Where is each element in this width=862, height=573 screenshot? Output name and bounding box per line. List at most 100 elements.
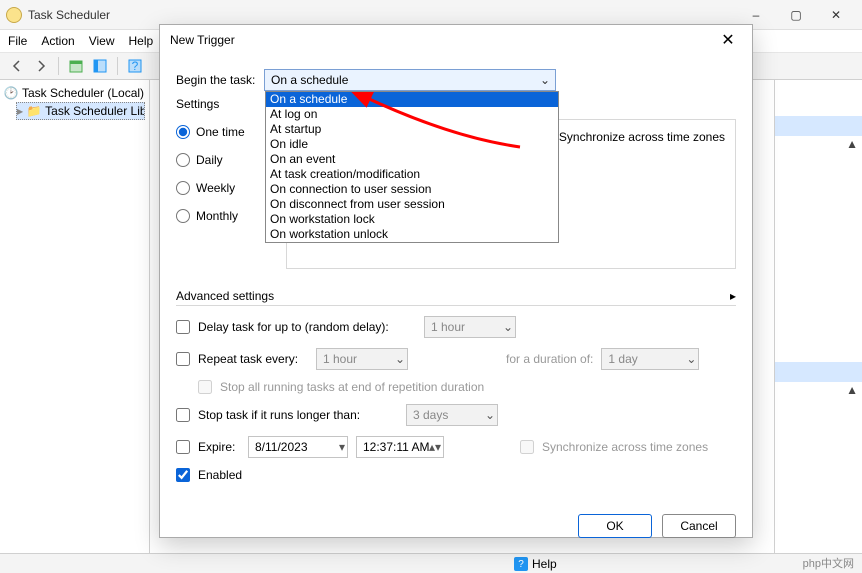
expire-time-value: 12:37:11 AM — [363, 440, 430, 454]
forward-button[interactable] — [30, 55, 52, 77]
duration-value: 1 day — [608, 352, 637, 366]
settings-label: Settings — [176, 97, 264, 111]
toolbar-calendar-icon[interactable] — [65, 55, 87, 77]
begin-task-combo-value: On a schedule — [271, 73, 348, 87]
folder-icon: 📁 — [27, 104, 41, 118]
cancel-button[interactable]: Cancel — [662, 514, 736, 538]
dropdown-item[interactable]: At log on — [266, 107, 558, 122]
advanced-expand-icon[interactable]: ▸ — [730, 289, 736, 303]
freq-monthly-radio[interactable] — [176, 209, 190, 223]
expire-sync-checkbox — [520, 440, 534, 454]
dropdown-item[interactable]: On an event — [266, 152, 558, 167]
chevron-down-icon: ⌄ — [485, 408, 495, 422]
dialog-close-button[interactable]: ✕ — [714, 26, 742, 54]
dropdown-item[interactable]: On disconnect from user session — [266, 197, 558, 212]
duration-label: for a duration of: — [506, 352, 593, 366]
stop-all-checkbox — [198, 380, 212, 394]
delay-value-select[interactable]: 1 hour ⌄ — [424, 316, 516, 338]
sync-timezones-label: Synchronize across time zones — [559, 130, 725, 144]
dropdown-item[interactable]: At startup — [266, 122, 558, 137]
maximize-button[interactable]: ▢ — [776, 1, 816, 29]
menu-file[interactable]: File — [8, 34, 27, 48]
dropdown-item[interactable]: On workstation lock — [266, 212, 558, 227]
freq-weekly-radio[interactable] — [176, 181, 190, 195]
app-icon — [6, 7, 22, 23]
dropdown-item[interactable]: On a schedule — [266, 92, 558, 107]
freq-one-time-label: One time — [196, 125, 245, 139]
enabled-label: Enabled — [198, 468, 242, 482]
freq-weekly-label: Weekly — [196, 181, 235, 195]
action-header — [775, 362, 862, 382]
stop-longer-value-select[interactable]: 3 days ⌄ — [406, 404, 498, 426]
window-title: Task Scheduler — [28, 8, 736, 22]
calendar-dropdown-icon: ▾ — [339, 440, 345, 454]
dropdown-item[interactable]: On connection to user session — [266, 182, 558, 197]
expire-label: Expire: — [198, 440, 240, 454]
stop-longer-checkbox[interactable] — [176, 408, 190, 422]
chevron-down-icon: ⌄ — [686, 352, 696, 366]
begin-task-dropdown[interactable]: On a schedule At log on At startup On id… — [265, 91, 559, 243]
ok-button[interactable]: OK — [578, 514, 652, 538]
freq-monthly-label: Monthly — [196, 209, 238, 223]
tree-library-label: Task Scheduler Library — [45, 104, 144, 118]
watermark: php中文网 — [803, 555, 854, 571]
clock-icon: 🕑 — [4, 86, 18, 100]
help-icon: ? — [514, 557, 528, 571]
chevron-down-icon: ⌄ — [395, 352, 405, 366]
collapse-arrow-icon[interactable]: ▲ — [775, 382, 862, 398]
close-button[interactable]: ✕ — [816, 1, 856, 29]
stop-longer-value: 3 days — [413, 408, 448, 422]
toolbar-separator — [58, 57, 59, 75]
freq-daily-label: Daily — [196, 153, 223, 167]
expire-checkbox[interactable] — [176, 440, 190, 454]
menu-action[interactable]: Action — [41, 34, 74, 48]
expire-sync-label: Synchronize across time zones — [542, 440, 708, 454]
chevron-down-icon: ⌄ — [537, 72, 553, 88]
dropdown-item[interactable]: On idle — [266, 137, 558, 152]
expire-date-value: 8/11/2023 — [255, 440, 308, 454]
delay-label: Delay task for up to (random delay): — [198, 320, 416, 334]
delay-value: 1 hour — [431, 320, 465, 334]
freq-daily-radio[interactable] — [176, 153, 190, 167]
svg-text:?: ? — [132, 59, 139, 73]
tree-root-label: Task Scheduler (Local) — [22, 86, 144, 100]
collapse-arrow-icon[interactable]: ▲ — [775, 136, 862, 152]
freq-one-time-radio[interactable] — [176, 125, 190, 139]
action-header — [775, 116, 862, 136]
menu-view[interactable]: View — [89, 34, 115, 48]
begin-task-label: Begin the task: — [176, 73, 264, 87]
dialog-title: New Trigger — [170, 33, 714, 47]
tree-root[interactable]: 🕑 Task Scheduler (Local) — [4, 84, 145, 102]
expire-date-picker[interactable]: 8/11/2023 ▾ — [248, 436, 348, 458]
chevron-down-icon: ⌄ — [503, 320, 513, 334]
back-button[interactable] — [6, 55, 28, 77]
repeat-value: 1 hour — [323, 352, 357, 366]
help-label[interactable]: Help — [532, 557, 557, 571]
stop-longer-label: Stop task if it runs longer than: — [198, 408, 398, 422]
dialog-titlebar: New Trigger ✕ — [160, 25, 752, 55]
dialog-footer: OK Cancel — [160, 504, 752, 548]
dropdown-item[interactable]: At task creation/modification — [266, 167, 558, 182]
repeat-value-select[interactable]: 1 hour ⌄ — [316, 348, 408, 370]
spinner-icon: ▴▾ — [429, 440, 441, 454]
menu-help[interactable]: Help — [129, 34, 154, 48]
duration-value-select[interactable]: 1 day ⌄ — [601, 348, 699, 370]
stop-all-label: Stop all running tasks at end of repetit… — [220, 380, 484, 394]
tree-panel: 🕑 Task Scheduler (Local) ▶ 📁 Task Schedu… — [0, 80, 150, 553]
chevron-right-icon: ▶ — [17, 107, 23, 116]
repeat-label: Repeat task every: — [198, 352, 308, 366]
advanced-settings-header: Advanced settings ▸ — [176, 289, 736, 306]
toolbar-panel-icon[interactable] — [89, 55, 111, 77]
sync-timezones[interactable]: Synchronize across time zones — [539, 130, 725, 144]
dropdown-item[interactable]: On workstation unlock — [266, 227, 558, 242]
delay-checkbox[interactable] — [176, 320, 190, 334]
expire-time-picker[interactable]: 12:37:11 AM▴▾ — [356, 436, 444, 458]
toolbar-help-icon[interactable]: ? — [124, 55, 146, 77]
repeat-checkbox[interactable] — [176, 352, 190, 366]
new-trigger-dialog: New Trigger ✕ Begin the task: On a sched… — [159, 24, 753, 538]
enabled-checkbox[interactable] — [176, 468, 190, 482]
tree-library[interactable]: ▶ 📁 Task Scheduler Library — [16, 102, 145, 120]
begin-task-combo[interactable]: On a schedule ⌄ — [264, 69, 556, 91]
toolbar-separator — [117, 57, 118, 75]
advanced-settings-label: Advanced settings — [176, 289, 274, 303]
